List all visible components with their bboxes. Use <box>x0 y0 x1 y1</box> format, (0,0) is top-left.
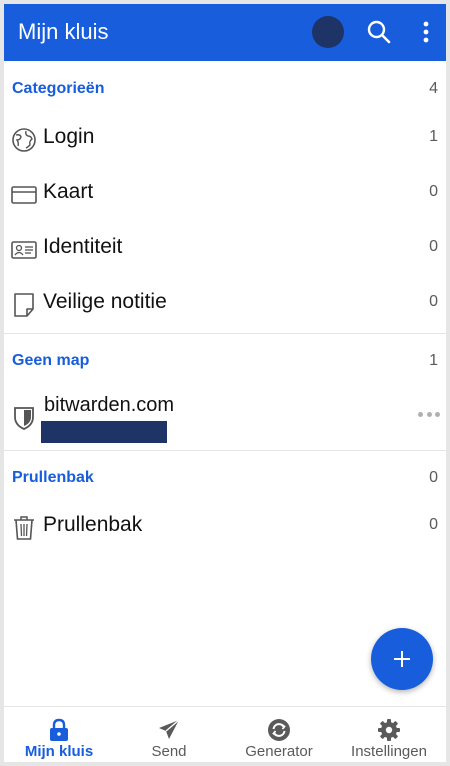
globe-icon <box>10 126 38 154</box>
credit-card-icon <box>10 181 38 209</box>
nav-tab-label: Mijn kluis <box>24 743 94 760</box>
nav-tab-label: Instellingen <box>351 743 427 760</box>
trash-icon <box>10 514 38 542</box>
vault-item-title: bitwarden.com <box>44 394 175 416</box>
add-item-button[interactable] <box>371 628 433 690</box>
section-divider <box>4 333 446 334</box>
section-title: Prullenbak <box>12 469 94 486</box>
section-count: 1 <box>429 352 438 369</box>
nav-tab-settings[interactable]: Instellingen <box>334 707 444 762</box>
category-item-identity[interactable]: Identiteit 0 <box>4 222 446 277</box>
section-title: Geen map <box>12 352 90 369</box>
send-icon <box>114 717 224 743</box>
refresh-icon <box>224 717 334 743</box>
more-vertical-icon <box>423 21 429 43</box>
lock-icon <box>4 717 114 743</box>
category-item-card[interactable]: Kaart 0 <box>4 167 446 222</box>
category-label: Identiteit <box>43 235 123 258</box>
nav-tab-label: Send <box>151 743 187 760</box>
page-title: Mijn kluis <box>18 19 109 44</box>
nav-tab-label: Generator <box>245 743 313 760</box>
category-count: 0 <box>429 238 438 255</box>
section-divider <box>4 450 446 451</box>
nav-tab-generator[interactable]: Generator <box>224 707 334 762</box>
section-count: 0 <box>429 469 438 486</box>
plus-icon <box>394 651 410 667</box>
category-item-login[interactable]: Login 1 <box>4 112 446 167</box>
category-label: Kaart <box>43 180 94 203</box>
item-more-options-button[interactable] <box>418 408 440 420</box>
search-icon <box>367 20 391 44</box>
avatar[interactable] <box>312 16 344 48</box>
nav-tab-vault[interactable]: Mijn kluis <box>4 707 114 762</box>
category-count: 0 <box>429 183 438 200</box>
section-header-categories: Categorieën 4 <box>4 68 446 108</box>
note-icon <box>10 291 38 319</box>
app-screen: Mijn kluis Categorieën 4 Login 1 Kaart 0… <box>4 4 446 762</box>
trash-label: Prullenbak <box>43 513 143 536</box>
app-bar: Mijn kluis <box>4 4 446 61</box>
section-header-trash: Prullenbak 0 <box>4 457 446 497</box>
category-item-secure-note[interactable]: Veilige notitie 0 <box>4 277 446 332</box>
vault-item-subtitle-redacted <box>41 421 167 443</box>
category-count: 0 <box>429 293 438 310</box>
trash-item[interactable]: Prullenbak 0 <box>4 500 446 555</box>
section-count: 4 <box>429 80 438 97</box>
shield-icon <box>10 404 38 432</box>
gear-icon <box>334 717 444 743</box>
section-header-no-folder: Geen map 1 <box>4 340 446 380</box>
category-label: Veilige notitie <box>43 290 167 313</box>
id-card-icon <box>10 236 38 264</box>
section-title: Categorieën <box>12 80 105 97</box>
vault-item-bitwarden[interactable]: bitwarden.com <box>4 390 446 452</box>
category-count: 1 <box>429 128 438 145</box>
dot <box>426 411 432 417</box>
nav-tab-send[interactable]: Send <box>114 707 224 762</box>
bottom-navigation: Mijn kluis Send Generator Instellingen <box>4 706 446 762</box>
trash-count: 0 <box>429 516 438 533</box>
category-label: Login <box>43 125 95 148</box>
more-options-button[interactable] <box>411 17 441 47</box>
dot <box>435 411 440 417</box>
dot <box>418 411 423 417</box>
search-button[interactable] <box>364 17 394 47</box>
